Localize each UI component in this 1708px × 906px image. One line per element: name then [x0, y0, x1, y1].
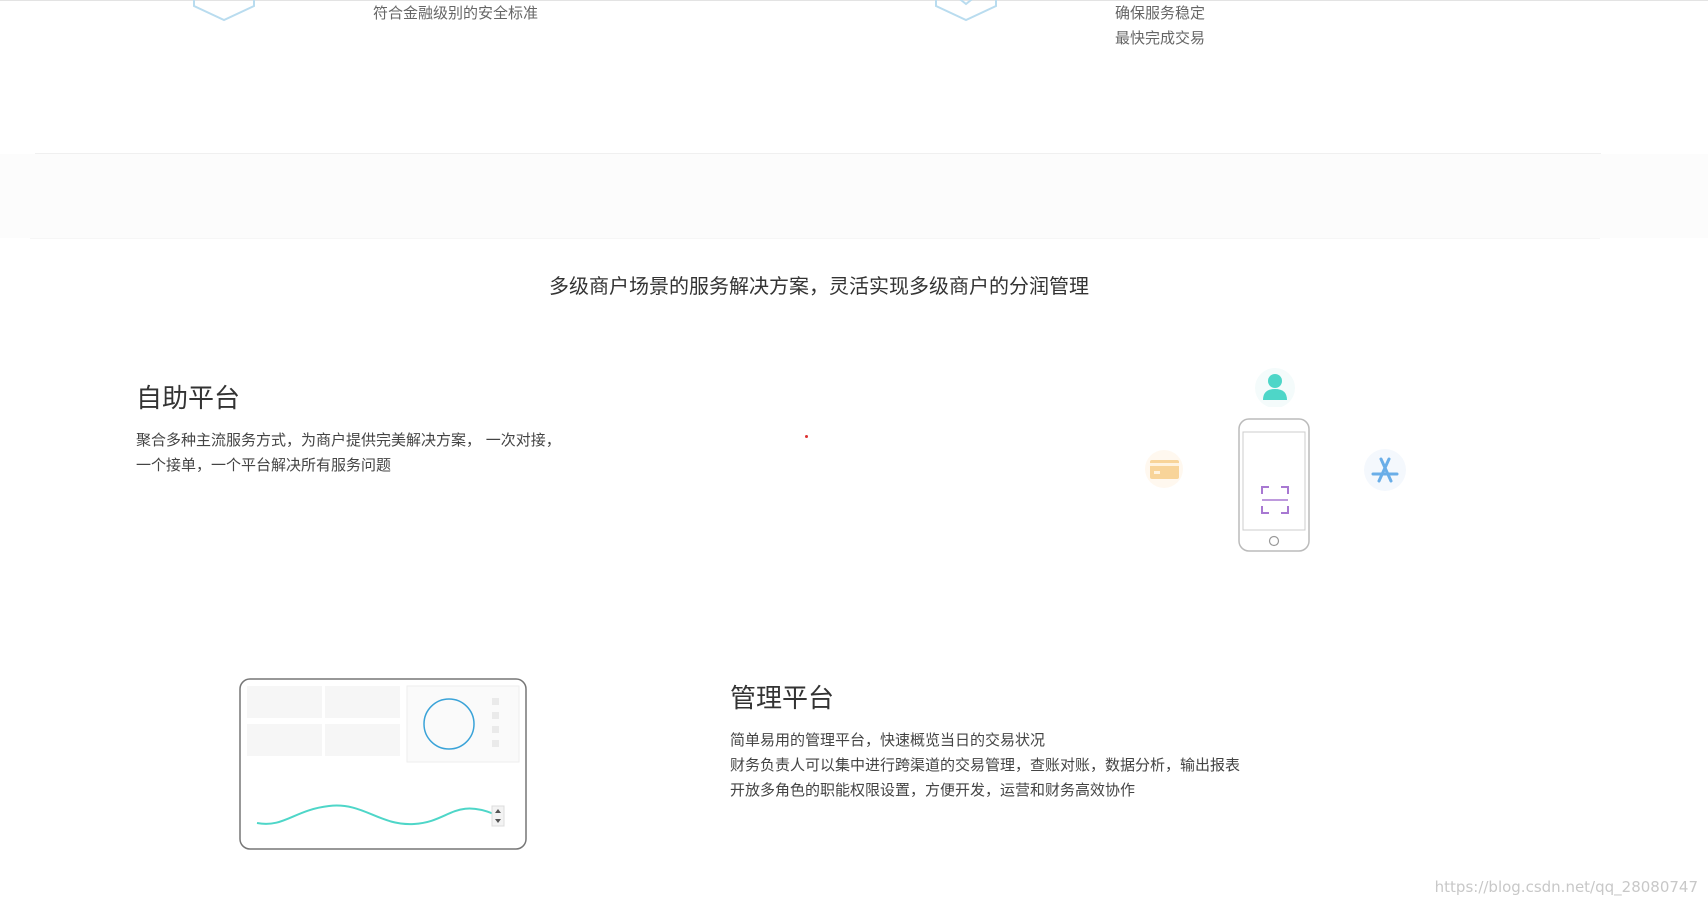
dashboard-illustration	[239, 678, 527, 850]
watermark: https://blog.csdn.net/qq_28080747	[1434, 878, 1698, 896]
top-right-text: 确保服务稳定 最快完成交易	[1115, 1, 1205, 51]
top-left-text: 符合金融级别的安全标准	[373, 4, 539, 22]
management-line: 财务负责人可以集中进行跨渠道的交易管理，查账对账，数据分析，输出报表	[730, 756, 1241, 774]
hexagon-shield-icon	[932, 0, 1000, 22]
card-icon	[1142, 450, 1186, 488]
scan-icon	[1260, 485, 1290, 515]
self-service-title: 自助平台	[136, 384, 241, 414]
management-desc: 简单易用的管理平台，快速概览当日的交易状况 财务负责人可以集中进行跨渠道的交易管…	[730, 728, 1240, 803]
section-subtitle: 多级商户场景的服务解决方案，灵活实现多级商户的分润管理	[549, 274, 1089, 298]
self-service-line: 聚合多种主流服务方式，为商户提供完美解决方案， 一次对接，	[136, 431, 561, 449]
red-dot	[805, 435, 808, 438]
top-right-line: 确保服务稳定	[1115, 4, 1206, 22]
management-line: 简单易用的管理平台，快速概览当日的交易状况	[730, 731, 1046, 749]
self-service-desc: 聚合多种主流服务方式，为商户提供完美解决方案， 一次对接， 一个接单，一个平台解…	[136, 428, 561, 478]
self-service-line: 一个接单，一个平台解决所有服务问题	[136, 456, 392, 474]
management-line: 开放多角色的职能权限设置，方便开发，运营和财务高效协作	[730, 781, 1136, 799]
gray-band	[0, 154, 1708, 238]
user-icon	[1254, 367, 1296, 407]
hexagon-shield-icon	[190, 0, 258, 22]
app-store-icon	[1363, 448, 1407, 492]
management-title: 管理平台	[730, 684, 835, 714]
band-edge	[30, 238, 1600, 239]
top-right-line: 最快完成交易	[1115, 29, 1206, 47]
